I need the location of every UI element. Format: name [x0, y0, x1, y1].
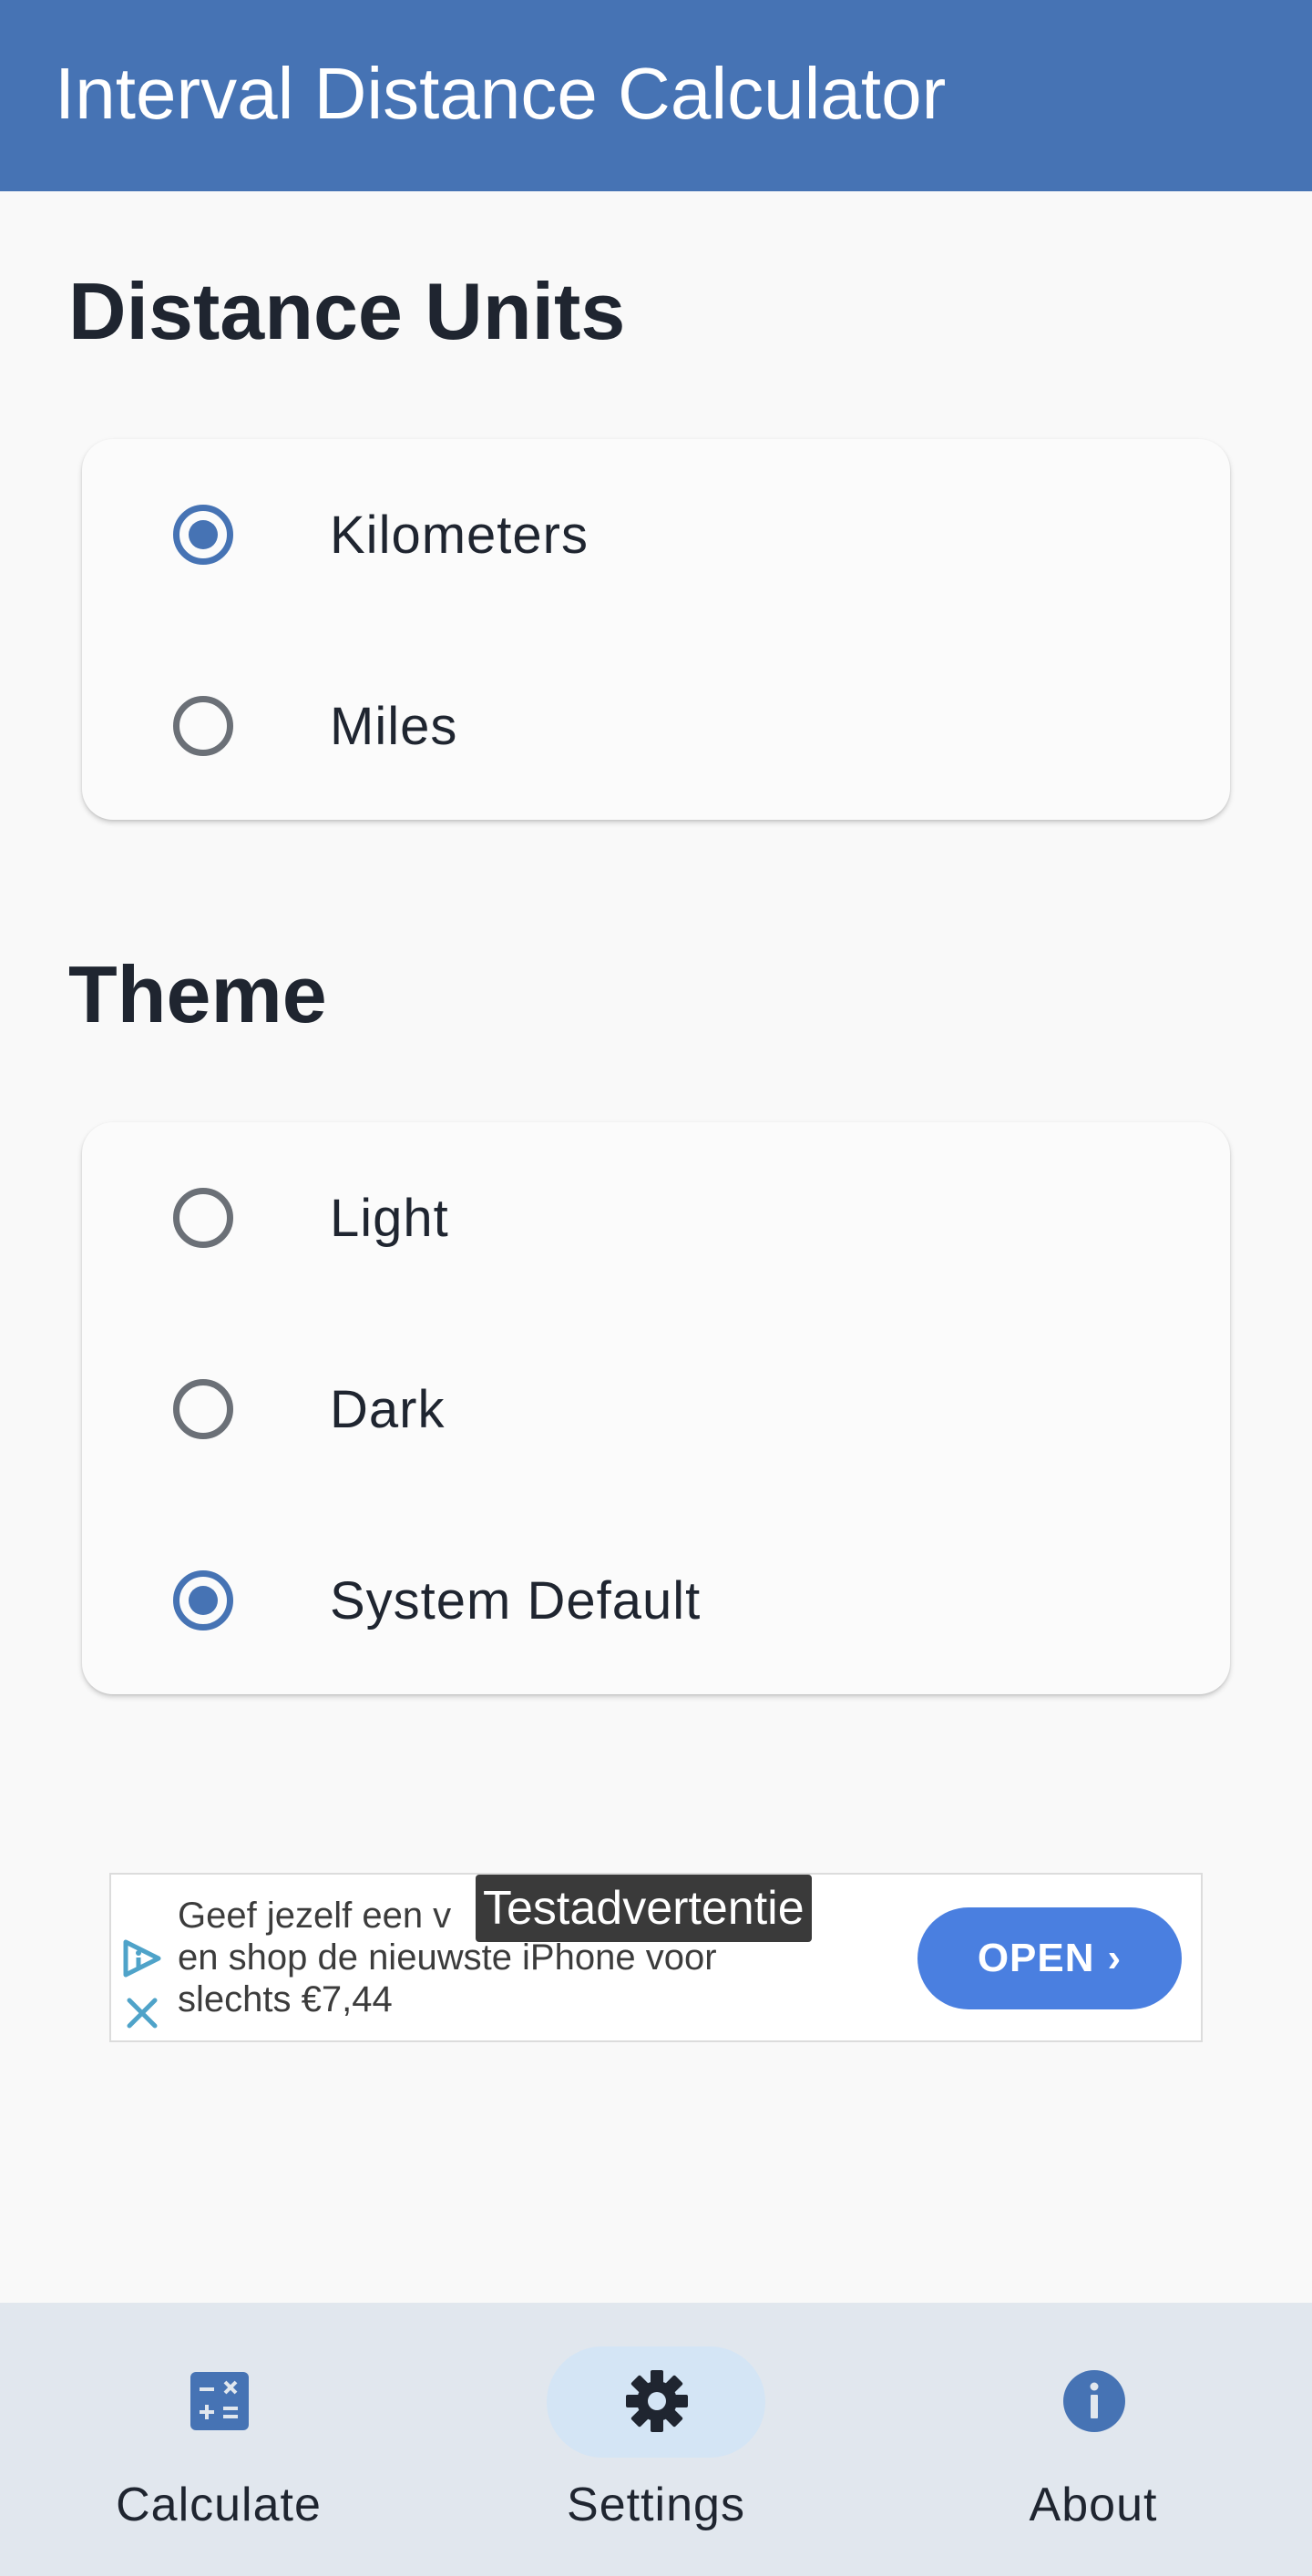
option-label: Miles	[330, 697, 458, 756]
calculator-icon	[190, 2372, 249, 2430]
distance-units-card: Kilometers Miles	[82, 439, 1230, 820]
radio-light[interactable]	[173, 1188, 233, 1248]
nav-item-about[interactable]: About	[875, 2303, 1312, 2576]
nav-label: Calculate	[116, 2479, 322, 2531]
option-label: Kilometers	[330, 506, 589, 565]
app-title: Interval Distance Calculator	[55, 53, 947, 134]
gear-icon	[626, 2370, 688, 2432]
ad-close-icon[interactable]	[120, 1991, 166, 2037]
theme-card: Light Dark System Default	[82, 1122, 1230, 1694]
option-miles[interactable]: Miles	[82, 630, 1230, 822]
chevron-right-icon: ›	[1107, 1936, 1122, 1980]
ad-open-button[interactable]: OPEN ›	[917, 1907, 1182, 2009]
option-label: Dark	[330, 1380, 446, 1439]
radio-system-default[interactable]	[173, 1570, 233, 1630]
test-ad-label: Testadvertentie	[476, 1875, 812, 1942]
ad-banner[interactable]: Geef jezelf een v en shop de nieuwste iP…	[109, 1873, 1203, 2042]
nav-label: About	[1029, 2479, 1158, 2531]
bottom-navigation: Calculate Settings About	[0, 2303, 1312, 2576]
option-system-default[interactable]: System Default	[82, 1505, 1230, 1696]
ad-text-line: en shop de nieuwste iPhone voor	[178, 1937, 717, 1978]
nav-label: Settings	[567, 2479, 745, 2531]
option-kilometers[interactable]: Kilometers	[82, 439, 1230, 630]
ad-choices	[118, 1938, 164, 2039]
nav-item-settings[interactable]: Settings	[437, 2303, 875, 2576]
info-icon	[1063, 2370, 1125, 2432]
distance-units-heading: Distance Units	[68, 266, 626, 356]
ad-text-line: slechts €7,44	[178, 1979, 393, 2019]
nav-item-calculate[interactable]: Calculate	[0, 2303, 437, 2576]
option-label: System Default	[330, 1571, 702, 1630]
radio-miles[interactable]	[173, 696, 233, 756]
theme-heading: Theme	[68, 949, 327, 1039]
ad-open-label: OPEN	[977, 1936, 1095, 1980]
option-label: Light	[330, 1189, 449, 1248]
radio-kilometers[interactable]	[173, 505, 233, 565]
radio-dark[interactable]	[173, 1379, 233, 1439]
option-light[interactable]: Light	[82, 1122, 1230, 1314]
option-dark[interactable]: Dark	[82, 1314, 1230, 1505]
app-bar: Interval Distance Calculator	[0, 0, 1312, 191]
